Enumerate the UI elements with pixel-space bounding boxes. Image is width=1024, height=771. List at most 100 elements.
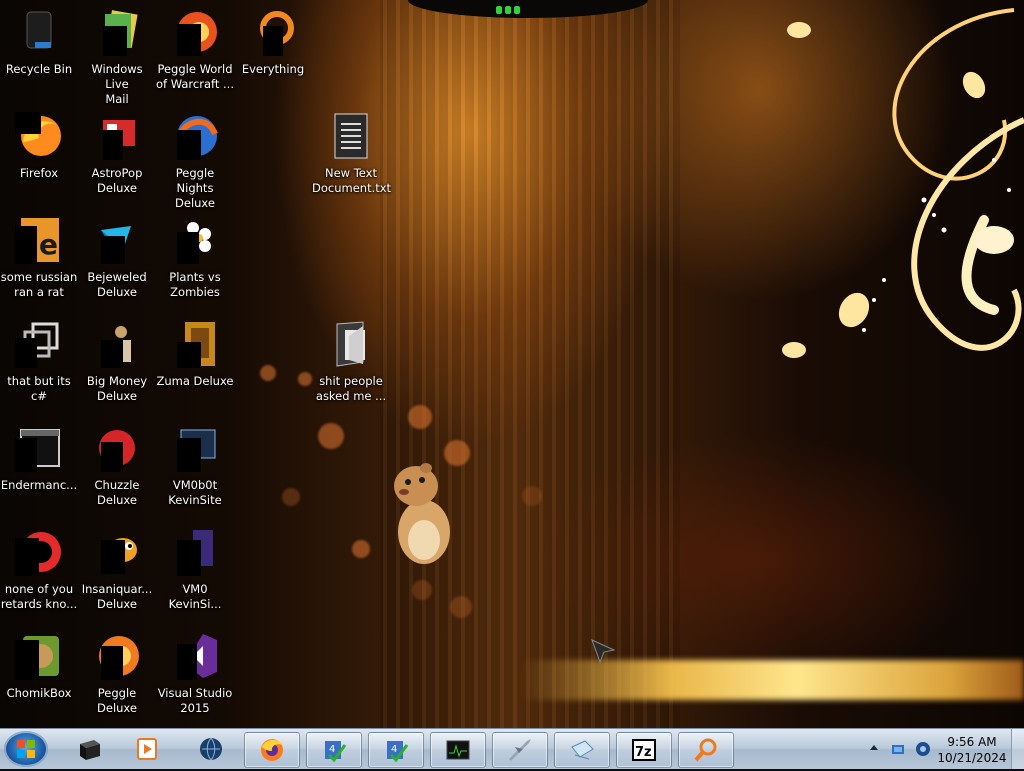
window-stack-icon bbox=[15, 320, 63, 368]
svg-text:4: 4 bbox=[391, 744, 397, 755]
desktop-icon-astropop-deluxe[interactable]: AstroPop Deluxe bbox=[78, 110, 156, 210]
windows-logo-icon bbox=[17, 740, 35, 758]
volume-tray-icon[interactable] bbox=[914, 740, 932, 758]
desktop-icon-endermanc[interactable]: Endermanc... bbox=[0, 422, 78, 522]
media-player-icon bbox=[137, 738, 157, 760]
taskbar-checkmark-app-2[interactable]: 4 bbox=[368, 732, 424, 768]
icon-label: Zuma Deluxe bbox=[156, 374, 234, 388]
taskbar-monitor[interactable] bbox=[430, 732, 486, 768]
desktop-icon-chuzzle-deluxe[interactable]: Chuzzle Deluxe bbox=[78, 422, 156, 522]
taskbar: 4 4 7z 9:56 AM 10/21/2024 bbox=[0, 728, 1024, 769]
desktop-icon-insaniquarium-deluxe[interactable]: Insaniquar... Deluxe bbox=[78, 526, 156, 626]
globe-icon bbox=[200, 737, 222, 761]
taskbar-checkmark-app[interactable]: 4 bbox=[306, 732, 362, 768]
taskbar-7zip[interactable]: 7z bbox=[616, 732, 672, 768]
network-tray-icon[interactable] bbox=[890, 741, 906, 757]
icon-label: Everything bbox=[241, 62, 305, 76]
start-button[interactable] bbox=[4, 731, 48, 767]
peggle-wow-icon bbox=[171, 8, 219, 56]
desktop-icon-some-russian-ran-a-rat[interactable]: e some russian ran a rat bbox=[0, 214, 78, 314]
svg-text:e: e bbox=[39, 228, 58, 261]
hamster-sticker bbox=[394, 463, 450, 564]
taskbar-firefox[interactable] bbox=[244, 732, 300, 768]
chuzzle-icon bbox=[93, 424, 141, 472]
icon-label: Firefox bbox=[19, 166, 59, 180]
gem-icon bbox=[93, 216, 141, 264]
icon-label: Chuzzle Deluxe bbox=[94, 478, 140, 507]
peggle-nights-icon bbox=[171, 112, 219, 160]
icon-label: Recycle Bin bbox=[5, 62, 73, 76]
icon-label: shit people asked me ... bbox=[315, 374, 387, 403]
icon-label: Peggle Deluxe bbox=[97, 686, 137, 715]
desktop-icon-firefox[interactable]: Firefox bbox=[0, 110, 78, 210]
desktop-icon-visual-studio-2015[interactable]: Visual Studio 2015 bbox=[156, 630, 234, 728]
desktop-icon-peggle-world-of-warcraft[interactable]: Peggle World of Warcraft ... bbox=[156, 6, 234, 106]
everything-search-icon bbox=[249, 8, 297, 56]
plane-icon bbox=[509, 739, 531, 761]
recycle-bin-icon bbox=[15, 8, 63, 56]
desktop-icon-none-of-you[interactable]: none of you retards kno... bbox=[0, 526, 78, 626]
firefox-icon bbox=[261, 739, 283, 761]
desktop-icon-chomikbox[interactable]: ChomikBox bbox=[0, 630, 78, 728]
visual-studio-icon bbox=[171, 632, 219, 680]
taskbar-notepad[interactable] bbox=[554, 732, 610, 768]
console-window-icon bbox=[15, 424, 63, 472]
desktop-icon-peggle-nights-deluxe[interactable]: Peggle Nights Deluxe bbox=[156, 110, 234, 210]
icon-label: ChomikBox bbox=[6, 686, 72, 700]
desktop-icon-everything[interactable]: Everything bbox=[234, 6, 312, 106]
flower-icon bbox=[171, 216, 219, 264]
icon-label: VM0 KevinSi... bbox=[168, 582, 222, 611]
taskbar-plane[interactable] bbox=[492, 732, 548, 768]
checkmark-app-icon: 4 bbox=[325, 741, 347, 763]
icon-label: Endermanc... bbox=[0, 478, 78, 492]
desktop-icon-folder-shit-people[interactable]: shit people asked me ... bbox=[312, 318, 390, 418]
desktop-icon-new-text-document[interactable]: New Text Document.txt bbox=[312, 110, 391, 210]
desktop-icon-vm0-kevinsi[interactable]: VM0 KevinSi... bbox=[156, 526, 234, 626]
wallpaper-streaks bbox=[380, 0, 680, 728]
clock-time: 9:56 AM bbox=[947, 735, 997, 749]
desktop-icon-plants-vs-zombies[interactable]: Plants vs Zombies bbox=[156, 214, 234, 314]
desktop-icon-that-but-its-csharp[interactable]: that but its c# bbox=[0, 318, 78, 418]
desktop-background: Recycle Bin Firefox e some russian ran a… bbox=[0, 0, 1024, 728]
svg-text:4: 4 bbox=[329, 744, 335, 755]
icon-label: VM0b0t KevinSite bbox=[168, 478, 222, 507]
desktop-icon-bejeweled-deluxe[interactable]: Bejeweled Deluxe bbox=[78, 214, 156, 314]
monitor-icon bbox=[446, 740, 470, 760]
desktop-icon-windows-live-mail[interactable]: Windows Live Mail bbox=[78, 6, 156, 106]
desktop-icon-big-money-deluxe[interactable]: Big Money Deluxe bbox=[78, 318, 156, 418]
desktop-icon-zuma-deluxe[interactable]: Zuma Deluxe bbox=[156, 318, 234, 418]
terminal-icon bbox=[80, 740, 100, 760]
icon-label: Windows Live Mail bbox=[91, 62, 143, 106]
system-clock[interactable]: 9:56 AM 10/21/2024 bbox=[934, 734, 1010, 766]
clock-date: 10/21/2024 bbox=[937, 751, 1007, 765]
taskbar-media-player[interactable] bbox=[120, 732, 176, 766]
7zip-icon: 7z bbox=[632, 739, 656, 761]
desktop-icon-recycle-bin[interactable]: Recycle Bin bbox=[0, 6, 78, 106]
taskbar-search-everything[interactable] bbox=[678, 732, 734, 768]
peggle-icon bbox=[93, 632, 141, 680]
icon-label: none of you retards kno... bbox=[0, 582, 78, 611]
icon-label: Peggle World of Warcraft ... bbox=[156, 62, 234, 91]
checkmark-app-icon-2: 4 bbox=[387, 741, 409, 763]
icon-label: Bejeweled Deluxe bbox=[87, 270, 147, 299]
icon-label: Peggle Nights Deluxe bbox=[175, 166, 215, 210]
hamster-app-icon bbox=[15, 632, 63, 680]
tray-expand-arrow-icon[interactable] bbox=[869, 743, 879, 753]
firefox-icon bbox=[15, 112, 63, 160]
icon-label: Visual Studio 2015 bbox=[157, 686, 233, 715]
icon-label: that but its c# bbox=[7, 374, 71, 403]
fish-icon bbox=[93, 528, 141, 576]
vs-project-icon bbox=[171, 528, 219, 576]
mail-icon bbox=[93, 8, 141, 56]
taskbar-terminal[interactable] bbox=[62, 732, 118, 766]
icon-label: Insaniquar... Deluxe bbox=[81, 582, 153, 611]
mouse-cursor-icon bbox=[591, 639, 616, 664]
desktop-icon-peggle-deluxe[interactable]: Peggle Deluxe bbox=[78, 630, 156, 728]
folder-icon bbox=[327, 320, 375, 368]
show-desktop-button[interactable] bbox=[1011, 729, 1024, 769]
notepad-icon bbox=[571, 740, 594, 760]
taskbar-globe[interactable] bbox=[184, 732, 240, 766]
astropop-icon bbox=[93, 112, 141, 160]
desktop-icon-vm0b0t-kevinsite[interactable]: VM0b0t KevinSite bbox=[156, 422, 234, 522]
svg-text:7z: 7z bbox=[635, 745, 652, 760]
